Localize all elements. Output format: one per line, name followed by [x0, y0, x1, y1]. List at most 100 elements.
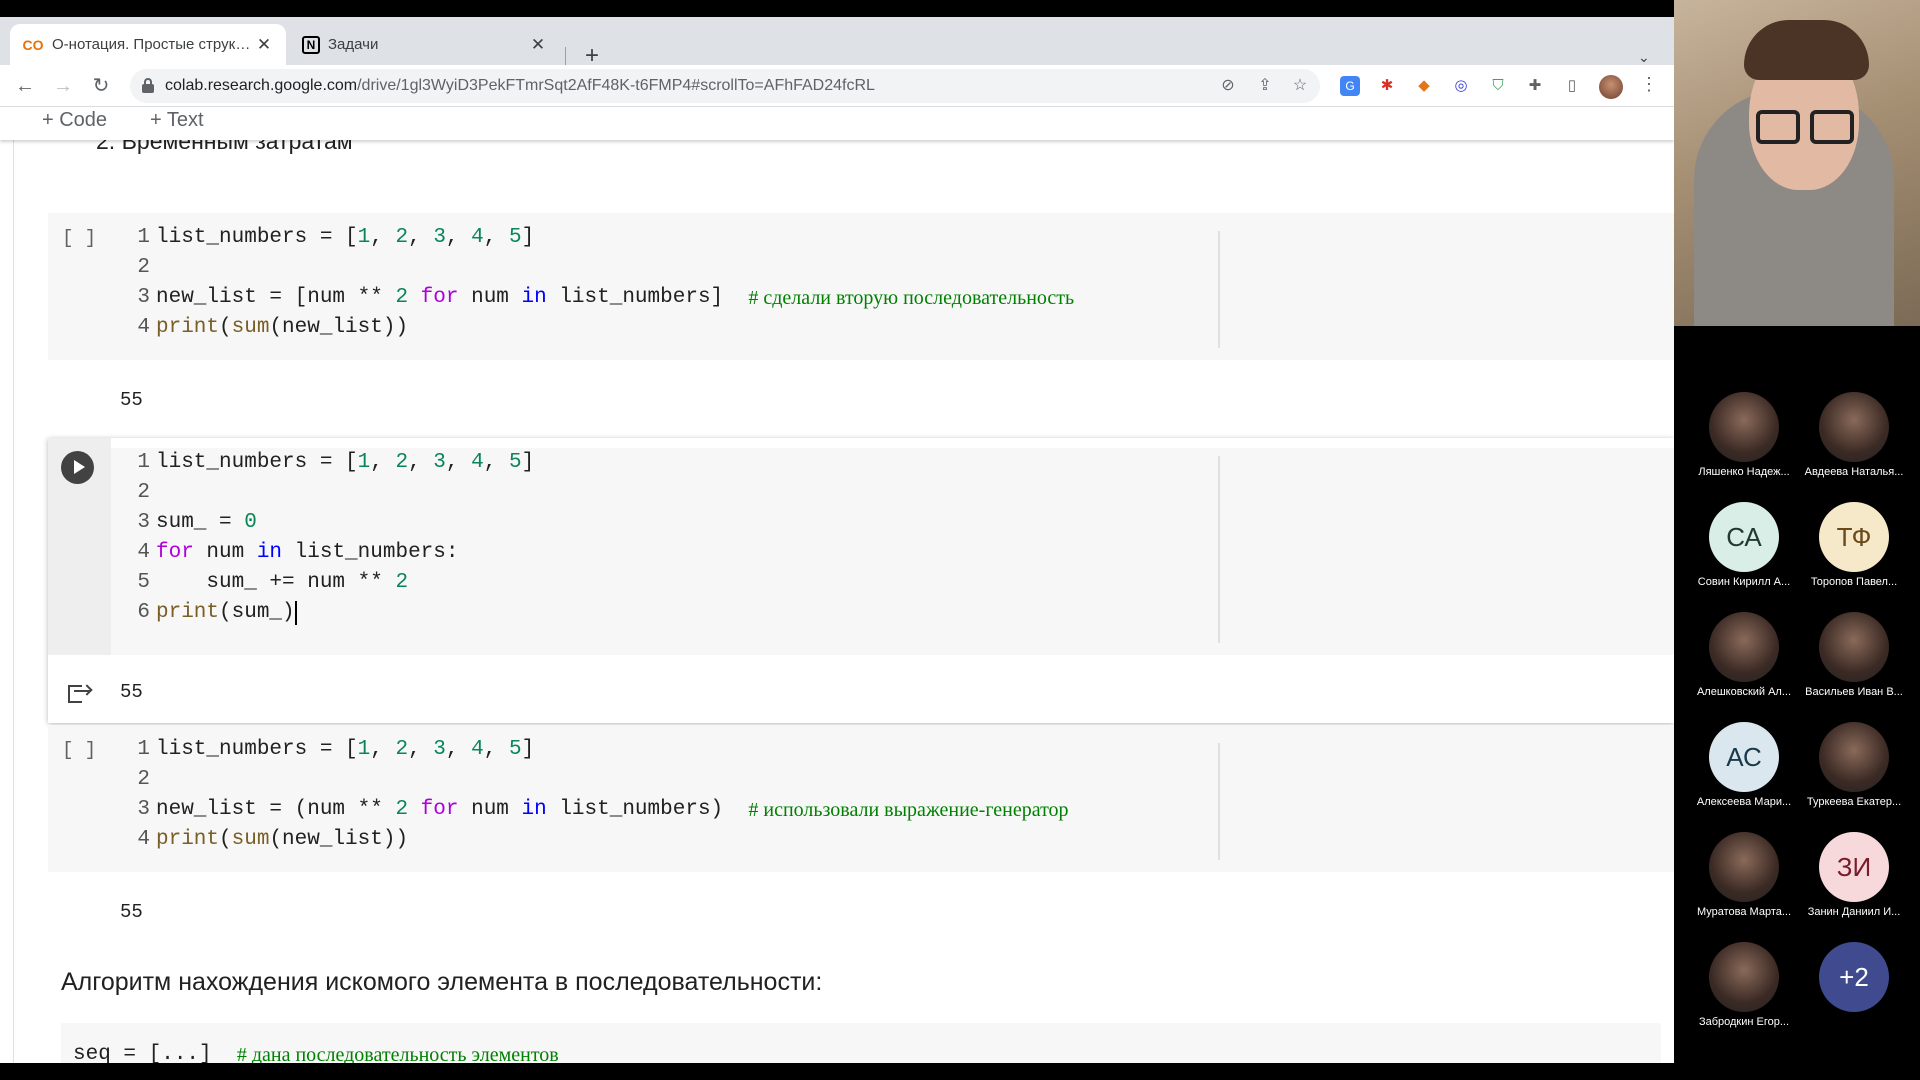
code-token: (sum_)	[219, 601, 295, 624]
participant-tile[interactable]: Алешковский Ал...	[1688, 612, 1798, 722]
camera-blocked-icon[interactable]: ⊘	[1218, 76, 1238, 96]
code-token: print	[156, 601, 220, 624]
line-number: 2	[137, 256, 150, 279]
extension-circle-icon[interactable]: ◎	[1451, 76, 1471, 96]
code-token: print	[156, 828, 220, 851]
code-cell-focused[interactable]: 1 list_numbers = [1, 2, 3, 4, 5] 2 3 sum_ = …	[48, 438, 1674, 723]
shield-icon[interactable]: ⛉	[1488, 76, 1508, 96]
puzzle-extensions-icon[interactable]: ✚	[1525, 76, 1545, 96]
url-host: colab.research.google.com	[165, 77, 358, 94]
code-token: sum_ =	[156, 511, 245, 534]
lock-icon[interactable]	[142, 78, 154, 94]
line-number: 3	[137, 511, 150, 534]
add-text-button[interactable]: + Text	[150, 109, 204, 132]
profile-avatar[interactable]	[1599, 75, 1623, 99]
participant-avatar	[1709, 392, 1779, 462]
code-token: sum_ += num **	[156, 571, 396, 594]
code-token: list_numbers)	[546, 798, 749, 821]
code-line: 4 print(sum (new_list))	[111, 825, 408, 855]
cell-output: 55	[120, 389, 143, 411]
participant-name: Авдеева Наталья...	[1804, 466, 1904, 478]
code-editor[interactable]: 1 list_numbers = [1, 2, 3, 4, 5] 2 3 new_lis…	[111, 223, 1674, 360]
participant-name: Туркеева Екатер...	[1806, 796, 1902, 808]
code-token: ]	[521, 738, 535, 761]
code-token: in	[256, 541, 283, 564]
add-code-button[interactable]: + Code	[42, 109, 107, 132]
participant-tile[interactable]: Васильев Иван В...	[1798, 612, 1908, 722]
participant-tile[interactable]: ТФ Торопов Павел...	[1798, 502, 1908, 612]
participant-tile[interactable]: АС Алексеева Мари...	[1688, 722, 1798, 832]
line-number: 3	[137, 286, 150, 309]
metamask-fox-icon[interactable]: ◆	[1414, 76, 1434, 96]
participant-tile[interactable]: Забродкин Егор...	[1688, 942, 1798, 1052]
share-icon[interactable]: ⇪	[1255, 76, 1275, 96]
code-line: 2	[111, 478, 156, 508]
code-token: (	[219, 828, 232, 851]
code-token: ,	[408, 226, 434, 249]
participant-name: Васильев Иван В...	[1805, 686, 1903, 698]
code-line: 1 list_numbers = [1, 2, 3, 4, 5]	[111, 735, 534, 765]
new-tab-button[interactable]: +	[580, 44, 604, 68]
translate-extension-icon[interactable]: G	[1340, 76, 1360, 96]
participant-name: Муратова Марта...	[1696, 906, 1792, 918]
code-cell[interactable]: [ ] 1 list_numbers = [1, 2, 3, 4, 5] 2 3 new_…	[48, 725, 1674, 872]
code-token: ,	[483, 226, 509, 249]
participant-tile[interactable]: Туркеева Екатер...	[1798, 722, 1908, 832]
participant-avatar: ТФ	[1819, 502, 1889, 572]
code-token: 2	[395, 226, 409, 249]
kebab-menu-icon[interactable]: ⋮	[1640, 74, 1658, 95]
close-icon[interactable]: ✕	[254, 35, 274, 55]
line-number: 5	[137, 571, 150, 594]
code-token: (new_list))	[269, 828, 409, 851]
code-token: 1	[357, 451, 371, 474]
code-token: 5	[508, 451, 522, 474]
participant-tile[interactable]: Муратова Марта...	[1688, 832, 1798, 942]
cell-output: 55	[120, 901, 143, 923]
chevron-down-icon[interactable]: ⌄	[1638, 49, 1650, 66]
code-token: 1	[357, 226, 371, 249]
code-token: 4	[471, 226, 484, 249]
participant-tile[interactable]: СА Совин Кирилл А...	[1688, 502, 1798, 612]
output-clear-icon[interactable]	[68, 681, 93, 703]
code-line: 4 for num in list_numbers:	[111, 538, 458, 568]
tab-colab[interactable]: CO О-нотация. Простые структуры данных ✕	[10, 24, 286, 65]
reload-icon[interactable]: ↻	[88, 73, 114, 99]
code-line: seq = [...] # дана последовательность эл…	[73, 1040, 559, 1063]
back-arrow-icon[interactable]: ←	[12, 73, 38, 99]
code-cell[interactable]: [ ] 1 list_numbers = [1, 2, 3, 4, 5] 2 3 new_…	[48, 213, 1674, 360]
participant-avatar	[1819, 722, 1889, 792]
code-token: ,	[445, 738, 472, 761]
participant-tile[interactable]: Авдеева Наталья...	[1798, 392, 1908, 502]
participant-avatar	[1709, 942, 1779, 1012]
close-icon[interactable]: ✕	[528, 35, 548, 55]
code-token: ]	[521, 226, 535, 249]
execution-count[interactable]: [ ]	[62, 227, 96, 249]
code-cell-partial[interactable]: seq = [...] # дана последовательность эл…	[61, 1023, 1661, 1063]
url-text[interactable]: colab.research.google.com/drive/1gl3WyiD…	[165, 77, 875, 95]
code-line: 6 print (sum_)	[111, 598, 297, 628]
run-cell-button[interactable]	[61, 451, 94, 484]
code-token: ,	[370, 451, 396, 474]
code-token: seq = [...]	[73, 1043, 237, 1063]
code-token: 1	[357, 738, 371, 761]
extension-icon[interactable]: ✱	[1377, 76, 1397, 96]
participant-tile[interactable]: ЗИ Занин Даниил И...	[1798, 832, 1908, 942]
code-editor[interactable]: 1 list_numbers = [1, 2, 3, 4, 5] 2 3 sum_ = …	[111, 448, 1674, 655]
url-path: /drive/1gl3WyiD3PekFTmrSqt2AfF48K-t6FMP4…	[357, 77, 875, 94]
code-editor[interactable]: 1 list_numbers = [1, 2, 3, 4, 5] 2 3 new_lis…	[111, 735, 1674, 872]
execution-count[interactable]: [ ]	[62, 739, 96, 761]
tab-notion[interactable]: N Задачи ✕	[290, 24, 560, 65]
side-panel-icon[interactable]: ▯	[1562, 76, 1582, 96]
forward-arrow-icon[interactable]: →	[50, 73, 76, 99]
bookmark-star-icon[interactable]: ☆	[1290, 76, 1310, 96]
tab-title: Задачи	[328, 36, 379, 53]
code-token: 2	[395, 286, 409, 309]
line-number: 6	[137, 601, 150, 624]
participant-tile[interactable]: +2	[1798, 942, 1908, 1052]
address-bar[interactable]: colab.research.google.com/drive/1gl3WyiD…	[130, 69, 1320, 103]
line-number: 1	[137, 226, 150, 249]
participant-avatar: ЗИ	[1819, 832, 1889, 902]
presenter-video[interactable]	[1674, 0, 1920, 326]
participant-tile[interactable]: Ляшенко Надеж...	[1688, 392, 1798, 502]
notebook-border	[13, 108, 14, 1063]
